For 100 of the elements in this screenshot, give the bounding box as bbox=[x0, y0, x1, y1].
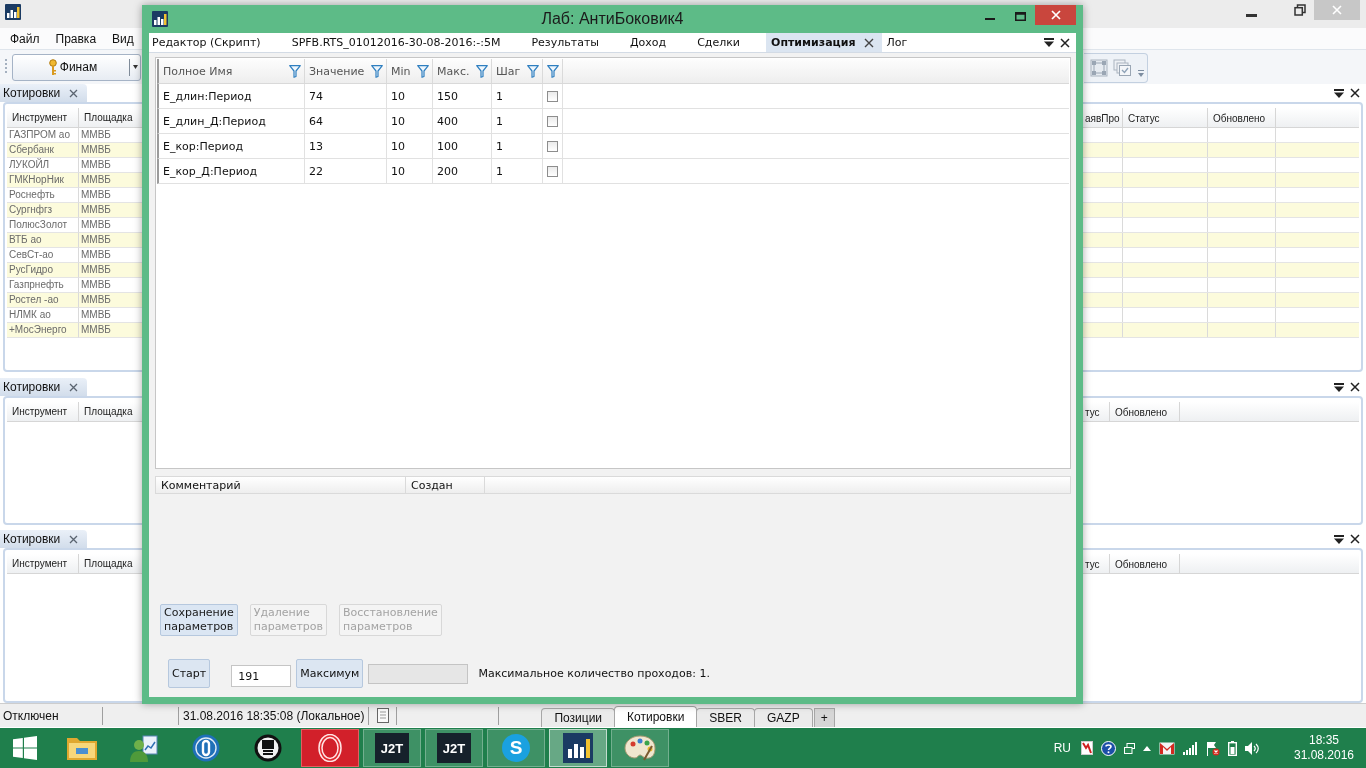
taskbar-app-button[interactable]: J2T bbox=[363, 729, 421, 767]
speaker-icon[interactable] bbox=[1245, 741, 1260, 755]
table-cell: ГМКНорНик bbox=[7, 173, 79, 188]
column-header[interactable]: Инструмент bbox=[7, 554, 79, 574]
filter-icon[interactable] bbox=[289, 64, 301, 78]
ring-icon[interactable] bbox=[192, 734, 220, 762]
taskbar-app-button[interactable]: J2T bbox=[425, 729, 483, 767]
toolbar-dropdown-icon[interactable] bbox=[1138, 70, 1144, 78]
filter-icon[interactable] bbox=[417, 64, 429, 78]
checkbox[interactable] bbox=[547, 90, 558, 102]
column-header[interactable]: Min bbox=[391, 64, 411, 78]
tab[interactable]: Редактор (Скрипт) bbox=[147, 33, 266, 52]
passes-note: Максимальное количество проходов: 1. bbox=[478, 667, 710, 680]
maximum-button[interactable]: Максимум bbox=[296, 659, 364, 688]
minimize-icon[interactable] bbox=[1246, 13, 1257, 17]
bottom-tab[interactable]: GAZP bbox=[754, 707, 813, 727]
column-header[interactable]: Комментарий bbox=[156, 477, 406, 493]
checkbox[interactable] bbox=[547, 115, 558, 127]
tab[interactable]: Сделки bbox=[692, 33, 746, 52]
filter-icon[interactable] bbox=[371, 64, 383, 78]
menu-item[interactable]: Правка bbox=[47, 29, 105, 48]
table-cell: 10 bbox=[387, 84, 433, 108]
round-emblem-icon[interactable] bbox=[254, 734, 282, 762]
signal-bars-icon[interactable] bbox=[1183, 741, 1198, 755]
close-icon[interactable] bbox=[1350, 382, 1360, 392]
bottom-tab[interactable]: SBER bbox=[696, 707, 756, 727]
checkbox[interactable] bbox=[547, 165, 558, 177]
tab[interactable]: SPFB.RTS_01012016-30-08-2016:-:5M bbox=[286, 33, 506, 52]
taskbar-date[interactable]: 31.08.2016 bbox=[1293, 748, 1355, 763]
connection-status: Отключен bbox=[0, 706, 103, 725]
filter-icon[interactable] bbox=[546, 64, 559, 78]
column-header[interactable]: Создан bbox=[406, 477, 485, 493]
battery-icon[interactable] bbox=[1228, 740, 1237, 756]
overflow-menu-icon[interactable] bbox=[1044, 38, 1054, 47]
column-header[interactable]: Полное Имя bbox=[163, 64, 233, 78]
table-cell: 74 bbox=[305, 84, 387, 108]
table-cell: ММВБ bbox=[79, 293, 143, 308]
menu-item[interactable]: Файл bbox=[2, 29, 48, 48]
column-header[interactable]: Значение bbox=[309, 64, 365, 78]
pane-tab[interactable]: Котировки bbox=[0, 530, 88, 548]
up-arrow-icon[interactable] bbox=[1143, 745, 1151, 751]
close-icon[interactable] bbox=[863, 37, 874, 48]
bar-chart-icon bbox=[563, 733, 593, 763]
column-header[interactable]: Инструмент bbox=[7, 402, 79, 422]
mail-icon[interactable] bbox=[1159, 741, 1175, 755]
bottom-tab[interactable]: Позиции bbox=[541, 707, 616, 727]
checkbox[interactable] bbox=[547, 140, 558, 152]
table-cell: ММВБ bbox=[79, 248, 143, 263]
passes-input[interactable]: 191 bbox=[231, 665, 292, 687]
tab[interactable]: Доход bbox=[624, 33, 672, 52]
overflow-menu-icon[interactable] bbox=[1334, 534, 1344, 544]
table-cell: ММВБ bbox=[79, 173, 143, 188]
palette-icon bbox=[624, 734, 656, 762]
tab[interactable]: Оптимизация bbox=[766, 33, 882, 52]
taskbar-time[interactable]: 18:35 bbox=[1309, 733, 1339, 748]
windows-logo-icon[interactable] bbox=[13, 736, 37, 760]
filter-icon[interactable] bbox=[527, 64, 539, 78]
column-header[interactable]: Обновлено bbox=[1110, 554, 1180, 574]
table-cell: ВТБ ао bbox=[7, 233, 79, 248]
table-cell: ЛУКОЙЛ bbox=[7, 158, 79, 173]
overflow-menu-icon[interactable] bbox=[1334, 382, 1344, 392]
tab[interactable]: Результаты bbox=[526, 33, 604, 52]
table-cell: ММВБ bbox=[79, 188, 143, 203]
stacked-windows-check-icon[interactable] bbox=[1113, 59, 1131, 77]
column-header[interactable]: Инструмент bbox=[7, 108, 79, 128]
bottom-tab[interactable]: Котировки bbox=[614, 705, 698, 727]
close-button[interactable] bbox=[1035, 5, 1076, 25]
pane-tab[interactable]: Котировки bbox=[0, 378, 88, 396]
pane-tab[interactable]: Котировки bbox=[0, 84, 88, 102]
person-document-icon[interactable] bbox=[129, 733, 159, 763]
flag-x-icon[interactable] bbox=[1206, 740, 1220, 756]
table-cell: Роснефть bbox=[7, 188, 79, 203]
language-indicator[interactable]: RU bbox=[1053, 741, 1071, 755]
add-tab-button[interactable]: + bbox=[813, 707, 835, 727]
help-icon[interactable] bbox=[1101, 740, 1116, 756]
table-cell: ПолюсЗолот bbox=[7, 218, 79, 233]
table-cell: ММВБ bbox=[79, 278, 143, 293]
table-cell: 1 bbox=[492, 109, 543, 133]
table-cell: СевСт-ао bbox=[7, 248, 79, 263]
close-icon bbox=[1332, 5, 1342, 15]
notepad-icon[interactable] bbox=[377, 708, 390, 723]
action-button[interactable]: Сохранение параметров bbox=[160, 604, 238, 636]
close-icon[interactable] bbox=[1350, 534, 1360, 544]
column-header[interactable]: Обновлено bbox=[1110, 402, 1180, 422]
windows-icon[interactable] bbox=[1124, 742, 1135, 754]
close-icon[interactable] bbox=[1350, 88, 1360, 98]
column-header[interactable]: Макс. bbox=[437, 64, 470, 78]
filter-icon[interactable] bbox=[476, 64, 488, 78]
key-icon bbox=[48, 58, 57, 76]
broker-button[interactable]: Финам bbox=[12, 53, 141, 81]
column-header[interactable]: Шаг bbox=[496, 64, 521, 78]
close-icon[interactable] bbox=[1060, 37, 1070, 48]
document-icon[interactable] bbox=[1081, 741, 1093, 755]
tab[interactable]: Лог bbox=[881, 33, 913, 52]
menu-item[interactable]: Вид bbox=[104, 29, 142, 48]
maximize-icon[interactable] bbox=[1015, 11, 1026, 21]
restore-icon[interactable] bbox=[1294, 4, 1306, 16]
table-cell: 22 bbox=[305, 159, 387, 183]
start-button[interactable]: Старт bbox=[168, 659, 211, 688]
overflow-menu-icon[interactable] bbox=[1334, 88, 1344, 98]
